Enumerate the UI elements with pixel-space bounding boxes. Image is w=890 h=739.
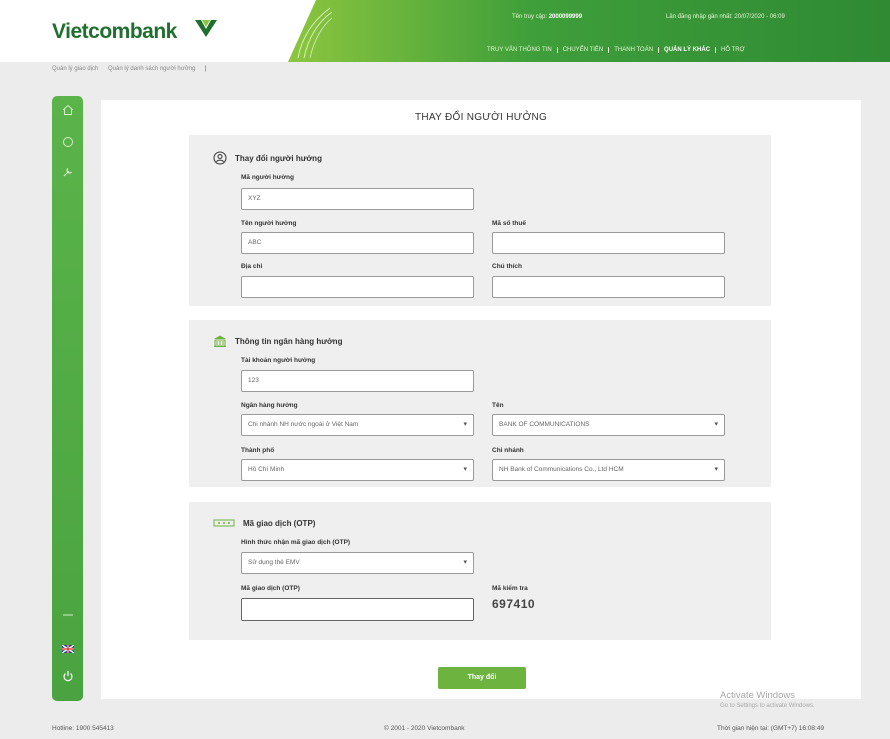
windows-activation-watermark: Activate Windows Go to Settings to activ… — [720, 690, 815, 709]
beneficiary-code-input[interactable]: XYZ — [241, 188, 474, 210]
note-label: Chú thích — [492, 263, 522, 270]
bank-heading-text: Thông tin ngân hàng hưởng — [235, 336, 343, 346]
otp-section-heading: Mã giao dịch (OTP) — [213, 516, 315, 530]
footer-hotline: Hotline: 1900 545413 — [52, 725, 114, 732]
account-label: Tài khoản người hưởng — [241, 357, 316, 364]
check-code-value: 697410 — [492, 597, 536, 611]
nav-quan-ly-khac[interactable]: QUẢN LÝ KHÁC — [658, 47, 715, 53]
beneficiary-name-input[interactable]: ABC — [241, 232, 474, 254]
bank-name-select-value: BANK OF COMMUNICATIONS — [499, 421, 590, 428]
logo-mark-icon — [195, 20, 217, 37]
bank-name-select[interactable]: BANK OF COMMUNICATIONS — [492, 414, 725, 436]
submit-change-button[interactable]: Thay đổi — [438, 667, 526, 689]
check-code-label: Mã kiểm tra — [492, 585, 528, 592]
tax-code-input[interactable] — [492, 232, 725, 254]
uk-flag-icon[interactable] — [52, 642, 83, 656]
login-info: Tên truy cập: 2000099999 — [512, 14, 582, 20]
nav-truy-van[interactable]: TRUY VẤN THÔNG TIN — [482, 47, 557, 53]
last-login-info: Lần đăng nhập gần nhất: 20/07/2020 - 06:… — [666, 14, 785, 20]
beneficiary-name-label: Tên người hưởng — [241, 220, 297, 227]
city-select-value: Hồ Chí Minh — [248, 466, 285, 473]
bank-select[interactable]: Chi nhánh NH nước ngoài ở Việt Nam — [241, 414, 474, 436]
breadcrumb-item-2[interactable]: Quản lý danh sách người hưởng — [108, 66, 195, 72]
breadcrumb: Quản lý giao dịch Quản lý danh sách ngườ… — [52, 66, 215, 72]
footer-current-time: Thời gian hiện tại: (GMT+7) 16:08:49 — [717, 725, 825, 732]
username-value: 2000099999 — [548, 14, 583, 20]
beneficiary-code-label: Mã người hưởng — [241, 174, 294, 181]
tax-code-label: Mã số thuế — [492, 220, 526, 227]
bank-label: Ngân hàng hưởng — [241, 402, 298, 409]
last-login-time: 20/07/2020 - 06:09 — [734, 14, 785, 20]
otp-section: Mã giao dịch (OTP) Hình thức nhận mã gia… — [189, 502, 771, 640]
nav-thanh-toan[interactable]: THANH TOÁN — [608, 47, 658, 53]
nav-ho-tro[interactable]: HỖ TRỢ — [715, 47, 750, 53]
otp-code-input[interactable] — [241, 598, 474, 621]
city-select[interactable]: Hồ Chí Minh — [241, 459, 474, 481]
beneficiary-heading-text: Thay đổi người hưởng — [235, 153, 322, 163]
page-title: THAY ĐỔI NGƯỜI HƯỞNG — [414, 112, 548, 123]
branch-select[interactable]: NH Bank of Communications Co., Ltd HCM — [492, 459, 725, 481]
otp-method-select-value: Sử dụng thẻ EMV — [248, 559, 300, 566]
branch-label: Chi nhánh — [492, 447, 524, 454]
vietcombank-logo[interactable]: Vietcombank — [52, 20, 177, 44]
otp-method-select[interactable]: Sử dụng thẻ EMV — [241, 552, 474, 574]
header-decoration-icon — [297, 7, 332, 58]
sidebar — [52, 96, 83, 701]
main-content: THAY ĐỔI NGƯỜI HƯỞNG Thay đổi người hưởn… — [101, 100, 861, 699]
beneficiary-section-heading: Thay đổi người hưởng — [213, 151, 322, 165]
user-circle-icon — [213, 151, 227, 165]
beneficiary-section: Thay đổi người hưởng Mã người hưởng XYZ … — [189, 135, 771, 306]
bank-name-label: Tên — [492, 402, 504, 409]
top-nav: TRUY VẤN THÔNG TIN CHUYỂN TIỀN THANH TOÁ… — [482, 47, 750, 53]
address-label: Địa chỉ — [241, 263, 263, 270]
bank-section-heading: Thông tin ngân hàng hưởng — [213, 334, 342, 348]
settings-icon[interactable] — [52, 166, 83, 181]
otp-dots-icon — [213, 519, 235, 527]
bank-section: Thông tin ngân hàng hưởng Tài khoản ngườ… — [189, 320, 771, 487]
bank-building-icon — [214, 335, 226, 347]
nav-chuyen-tien[interactable]: CHUYỂN TIỀN — [556, 47, 609, 53]
home-icon[interactable] — [52, 104, 83, 119]
otp-heading-text: Mã giao dịch (OTP) — [243, 518, 316, 528]
otp-method-label: Hình thức nhận mã giao dịch (OTP) — [241, 539, 351, 546]
account-input[interactable]: 123 — [241, 370, 474, 392]
username-label: Tên truy cập: — [512, 14, 548, 20]
branch-select-value: NH Bank of Communications Co., Ltd HCM — [499, 466, 624, 473]
city-label: Thành phố — [241, 447, 275, 454]
power-icon[interactable] — [52, 670, 83, 685]
watermark-line1: Activate Windows — [720, 690, 795, 701]
last-login-label: Lần đăng nhập gần nhất: — [666, 14, 733, 20]
breadcrumb-separator: | — [205, 66, 207, 72]
footer-copyright: © 2001 - 2020 Vietcombank — [384, 725, 465, 732]
watermark-line2: Go to Settings to activate Windows. — [720, 703, 815, 709]
breadcrumb-item-1[interactable]: Quản lý giao dịch — [52, 66, 98, 72]
header: Vietcombank Tên truy cập: 2000099999 Lần… — [0, 0, 890, 62]
user-icon[interactable] — [52, 136, 83, 151]
minimize-icon[interactable] — [52, 606, 83, 620]
note-input[interactable] — [492, 276, 725, 298]
bank-select-value: Chi nhánh NH nước ngoài ở Việt Nam — [248, 421, 359, 428]
address-input[interactable] — [241, 276, 474, 298]
otp-code-label: Mã giao dịch (OTP) — [241, 585, 300, 592]
